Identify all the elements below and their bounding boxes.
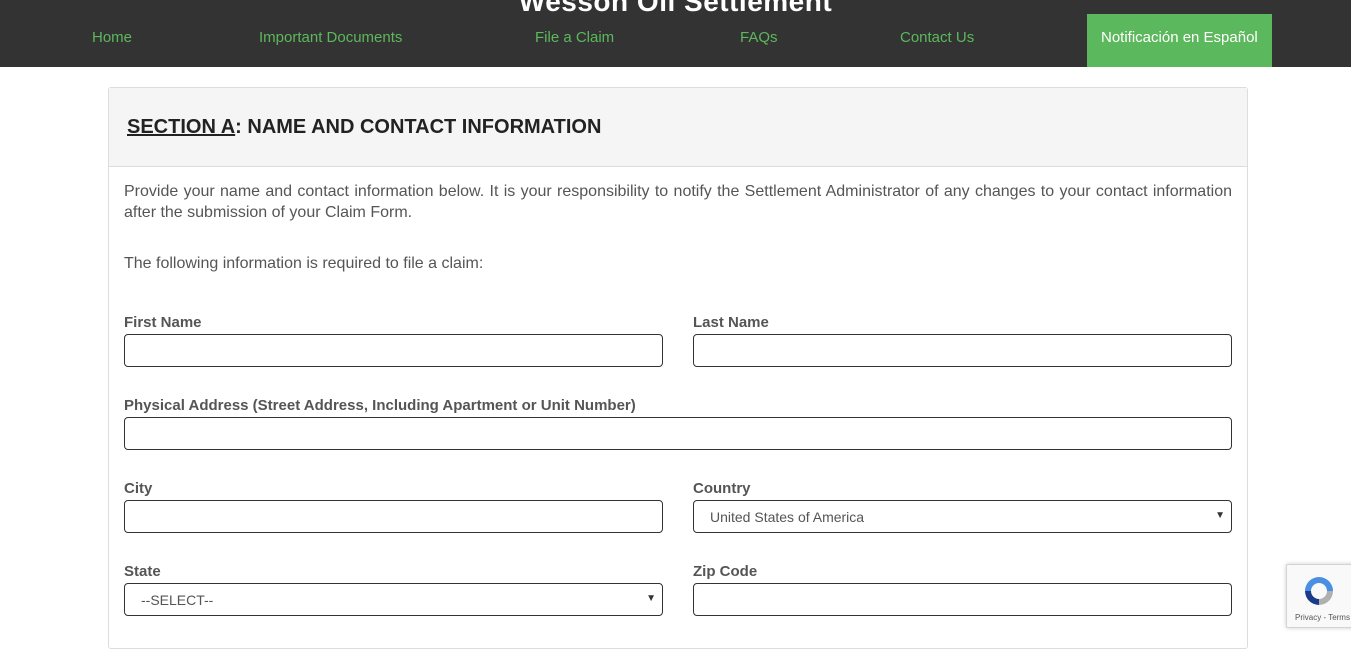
panel-heading: SECTION A: NAME AND CONTACT INFORMATION bbox=[109, 88, 1247, 167]
nav-important-documents[interactable]: Important Documents bbox=[259, 14, 402, 67]
last-name-label: Last Name bbox=[693, 314, 769, 331]
section-title-prefix: SECTION A bbox=[127, 116, 236, 138]
country-label: Country bbox=[693, 480, 751, 497]
section-title-rest: : NAME AND CONTACT INFORMATION bbox=[235, 116, 602, 138]
nav-home[interactable]: Home bbox=[92, 14, 132, 67]
first-name-label: First Name bbox=[124, 314, 202, 331]
recaptcha-icon bbox=[1305, 577, 1333, 605]
dropdown-arrow-icon: ▼ bbox=[646, 593, 656, 604]
recaptcha-links[interactable]: Privacy - Terms bbox=[1295, 613, 1350, 622]
nav-file-a-claim[interactable]: File a Claim bbox=[535, 14, 614, 67]
section-intro: Provide your name and contact informatio… bbox=[124, 183, 1232, 221]
section-a-panel: SECTION A: NAME AND CONTACT INFORMATION … bbox=[108, 87, 1248, 649]
last-name-input[interactable] bbox=[693, 334, 1232, 367]
state-selected-value: --SELECT-- bbox=[141, 592, 214, 608]
country-selected-value: United States of America bbox=[710, 509, 865, 525]
city-input[interactable] bbox=[124, 500, 663, 533]
section-title: SECTION A: NAME AND CONTACT INFORMATION bbox=[127, 116, 601, 139]
zip-input[interactable] bbox=[693, 583, 1232, 616]
dropdown-arrow-icon: ▼ bbox=[1215, 510, 1225, 521]
first-name-input[interactable] bbox=[124, 334, 663, 367]
country-select[interactable]: United States of America ▼ bbox=[693, 500, 1232, 533]
recaptcha-badge[interactable]: Privacy - Terms bbox=[1286, 564, 1351, 628]
state-label: State bbox=[124, 563, 161, 580]
city-label: City bbox=[124, 480, 153, 497]
zip-label: Zip Code bbox=[693, 563, 758, 580]
top-nav-bar: Wesson Oil Settlement Home Important Doc… bbox=[0, 0, 1351, 67]
nav-faqs[interactable]: FAQs bbox=[740, 14, 778, 67]
required-note: The following information is required to… bbox=[124, 255, 484, 272]
address-input[interactable] bbox=[124, 417, 1232, 450]
state-select[interactable]: --SELECT-- ▼ bbox=[124, 583, 663, 616]
address-label: Physical Address (Street Address, Includ… bbox=[124, 397, 636, 414]
nav-contact-us[interactable]: Contact Us bbox=[900, 14, 974, 67]
nav-spanish-notice[interactable]: Notificación en Español bbox=[1087, 14, 1272, 67]
